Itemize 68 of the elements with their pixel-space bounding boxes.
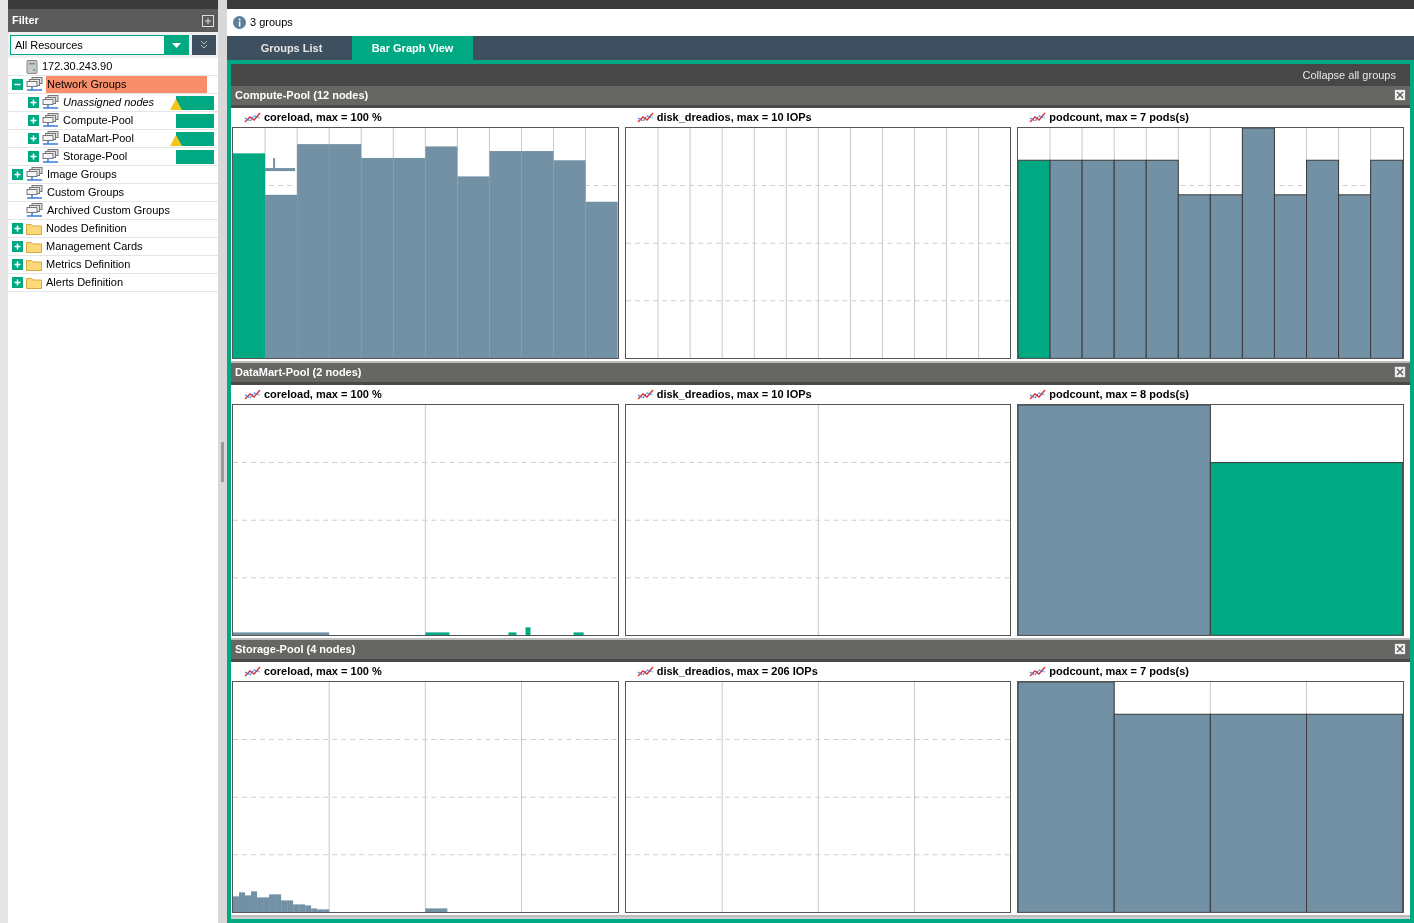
close-icon[interactable] bbox=[1394, 89, 1406, 102]
group-title: Compute-Pool (12 nodes) bbox=[235, 88, 369, 104]
tree-item[interactable]: Image Groups bbox=[46, 166, 118, 183]
tree-item[interactable]: Alerts Definition bbox=[45, 274, 125, 291]
close-icon[interactable] bbox=[1394, 643, 1406, 656]
expand-toggle-icon[interactable] bbox=[12, 169, 23, 180]
server-icon bbox=[26, 59, 38, 74]
close-icon[interactable] bbox=[1394, 366, 1406, 379]
tree-item[interactable]: Metrics Definition bbox=[45, 256, 132, 273]
group-title: DataMart-Pool (2 nodes) bbox=[235, 365, 362, 381]
filter-title: Filter bbox=[12, 13, 39, 29]
tree-item[interactable]: 172.30.243.90 bbox=[41, 58, 114, 75]
chart-title: disk_dreadios, max = 10 IOPs bbox=[656, 109, 812, 125]
tree-item[interactable]: Custom Groups bbox=[46, 184, 126, 201]
double-chevron-icon bbox=[200, 40, 208, 50]
line-chart-icon bbox=[636, 388, 654, 400]
collapse-all-link[interactable]: Collapse all groups bbox=[1302, 66, 1396, 84]
expand-toggle-icon[interactable] bbox=[12, 259, 23, 270]
line-chart-icon bbox=[1029, 388, 1047, 400]
folder-icon bbox=[26, 258, 42, 271]
tree-item[interactable]: Compute-Pool bbox=[62, 112, 135, 129]
chart-title: coreload, max = 100 % bbox=[264, 663, 382, 679]
bar bbox=[573, 632, 584, 635]
tree-item[interactable]: Nodes Definition bbox=[45, 220, 128, 237]
chart-title: podcount, max = 7 pods(s) bbox=[1049, 109, 1189, 125]
tree-item[interactable]: Storage-Pool bbox=[62, 148, 129, 165]
bar bbox=[508, 632, 517, 635]
collapse-toggle-icon[interactable] bbox=[12, 79, 23, 90]
tree-item[interactable]: Management Cards bbox=[45, 238, 144, 255]
line-chart-icon bbox=[1029, 111, 1047, 123]
splitter-handle[interactable] bbox=[221, 441, 224, 482]
add-icon[interactable] bbox=[202, 14, 214, 27]
bar bbox=[525, 627, 531, 635]
expand-toggle-icon[interactable] bbox=[28, 151, 39, 162]
bar bbox=[425, 908, 448, 912]
line-chart-icon bbox=[244, 388, 261, 400]
chart-title: coreload, max = 100 % bbox=[264, 386, 382, 402]
chart-title: disk_dreadios, max = 10 IOPs bbox=[656, 386, 812, 402]
expand-toggle-icon[interactable] bbox=[12, 241, 23, 252]
folder-icon bbox=[26, 276, 42, 289]
tree-item[interactable]: DataMart-Pool bbox=[62, 130, 135, 147]
resource-dropdown[interactable]: All Resources bbox=[10, 35, 189, 55]
chart-title: coreload, max = 100 % bbox=[264, 109, 382, 125]
expand-toggle-icon[interactable] bbox=[12, 223, 23, 234]
chart-title: podcount, max = 8 pods(s) bbox=[1049, 386, 1189, 402]
expand-toggle-icon[interactable] bbox=[28, 97, 39, 108]
line-chart-icon bbox=[1029, 665, 1047, 677]
expand-all-button[interactable] bbox=[192, 35, 216, 55]
expand-toggle-icon[interactable] bbox=[28, 115, 39, 126]
line-chart-icon bbox=[244, 111, 261, 123]
group-count: 3 groups bbox=[250, 15, 293, 31]
bar bbox=[425, 632, 450, 635]
line-chart-icon bbox=[636, 665, 654, 677]
group-title: Storage-Pool (4 nodes) bbox=[235, 642, 356, 658]
tree-item[interactable]: Network Groups bbox=[46, 76, 207, 93]
expand-toggle-icon[interactable] bbox=[28, 133, 39, 144]
line-chart-icon bbox=[636, 111, 654, 123]
tree-item[interactable]: Unassigned nodes bbox=[62, 94, 156, 111]
chart-title: podcount, max = 7 pods(s) bbox=[1049, 663, 1189, 679]
chart-title: disk_dreadios, max = 206 IOPs bbox=[656, 663, 818, 679]
folder-icon bbox=[26, 222, 42, 235]
dropdown-value: All Resources bbox=[14, 37, 83, 53]
info-icon bbox=[233, 16, 246, 29]
caret-icon bbox=[171, 42, 181, 48]
folder-icon bbox=[26, 240, 42, 253]
line-chart-icon bbox=[244, 665, 261, 677]
expand-toggle-icon[interactable] bbox=[12, 277, 23, 288]
tree-item[interactable]: Archived Custom Groups bbox=[46, 202, 171, 219]
